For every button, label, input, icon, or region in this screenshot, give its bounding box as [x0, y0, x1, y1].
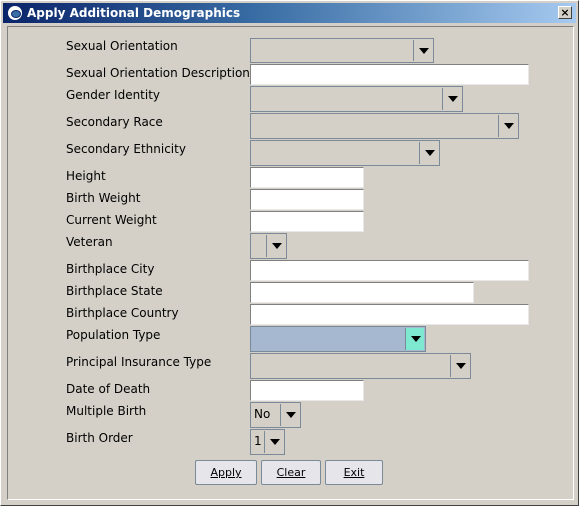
close-button[interactable]: × — [558, 6, 572, 19]
gender-identity-label: Gender Identity — [66, 88, 161, 102]
population-type-select[interactable] — [250, 326, 426, 352]
birthplace-country-label: Birthplace Country — [66, 306, 179, 320]
birth-order-value: 1 — [254, 434, 262, 448]
birth-order-label: Birth Order — [66, 431, 133, 445]
multiple-birth-select[interactable]: No — [250, 402, 301, 428]
birth-order-select[interactable]: 1 — [250, 429, 285, 455]
chevron-down-icon[interactable] — [450, 355, 469, 377]
exit-button[interactable]: Exit — [325, 460, 383, 485]
dialog-window: Apply Additional Demographics × Sexual O… — [0, 0, 579, 506]
apply-button[interactable]: Apply — [195, 460, 257, 485]
exit-button-label: Exit — [343, 466, 365, 479]
birthplace-state-label: Birthplace State — [66, 284, 163, 298]
chevron-down-icon[interactable] — [264, 431, 283, 453]
secondary-race-label: Secondary Race — [66, 115, 163, 129]
principal-insurance-type-label: Principal Insurance Type — [66, 355, 212, 369]
veteran-select[interactable] — [250, 233, 287, 259]
date-of-death-field[interactable] — [250, 380, 364, 401]
birthplace-city-label: Birthplace City — [66, 262, 155, 276]
birthplace-country-field[interactable] — [250, 304, 529, 325]
app-icon — [8, 6, 22, 20]
date-of-death-label: Date of Death — [66, 382, 151, 396]
chevron-down-icon[interactable] — [266, 235, 285, 257]
birth-weight-label: Birth Weight — [66, 191, 141, 205]
multiple-birth-label: Multiple Birth — [66, 404, 147, 418]
sexual-orientation-description-field[interactable] — [250, 64, 529, 85]
chevron-down-icon[interactable] — [419, 142, 438, 164]
birthplace-state-field[interactable] — [250, 282, 474, 303]
sexual-orientation-label: Sexual Orientation — [66, 39, 178, 53]
population-type-label: Population Type — [66, 328, 161, 342]
multiple-birth-value: No — [254, 407, 271, 421]
chevron-down-icon[interactable] — [280, 404, 299, 426]
chevron-down-icon[interactable] — [413, 40, 432, 61]
secondary-ethnicity-label: Secondary Ethnicity — [66, 142, 186, 156]
title-bar[interactable]: Apply Additional Demographics × — [3, 3, 576, 23]
sexual-orientation-select[interactable] — [250, 38, 434, 63]
current-weight-field[interactable] — [250, 211, 364, 232]
current-weight-label: Current Weight — [66, 213, 157, 227]
chevron-down-icon[interactable] — [498, 115, 517, 137]
principal-insurance-type-select[interactable] — [250, 353, 471, 379]
gender-identity-select[interactable] — [250, 86, 463, 112]
chevron-down-icon[interactable] — [442, 88, 461, 110]
height-field[interactable] — [250, 167, 364, 188]
apply-button-label: Apply — [210, 466, 242, 479]
birth-weight-field[interactable] — [250, 189, 364, 210]
chevron-down-icon[interactable] — [405, 328, 424, 350]
birthplace-city-field[interactable] — [250, 260, 529, 281]
veteran-label: Veteran — [66, 235, 113, 249]
clear-button[interactable]: Clear — [261, 460, 321, 485]
window-title: Apply Additional Demographics — [27, 6, 241, 20]
height-label: Height — [66, 169, 106, 183]
clear-button-label: Clear — [276, 466, 306, 479]
secondary-ethnicity-select[interactable] — [250, 140, 440, 166]
sexual-orientation-description-label: Sexual Orientation Description — [66, 66, 250, 80]
secondary-race-select[interactable] — [250, 113, 519, 139]
